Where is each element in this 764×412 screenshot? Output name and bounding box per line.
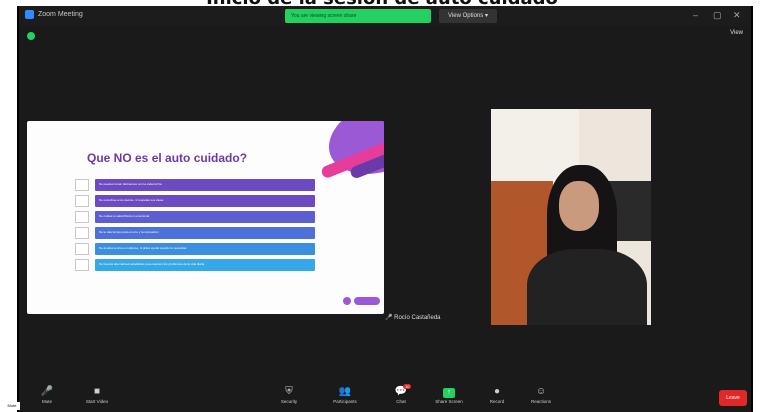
- start-video-label: Start Video: [85, 399, 109, 404]
- mute-tooltip: Mute: [4, 402, 20, 410]
- bullet-text: No buscas alternativas saludables para r…: [95, 259, 315, 271]
- app-title: Zoom Meeting: [25, 10, 83, 19]
- slide-bullet-list: No puedes tomar decisiones con la cabeza…: [75, 179, 315, 275]
- bullet-text: No puedes tomar decisiones con la cabeza…: [95, 179, 315, 191]
- reactions-button[interactable]: ☺ Reactions: [521, 386, 561, 404]
- view-button[interactable]: View: [730, 30, 743, 36]
- encryption-shield-icon[interactable]: [27, 32, 35, 40]
- reactions-label: Reactions: [530, 399, 551, 404]
- participant-video[interactable]: [491, 109, 651, 325]
- security-label: Security: [280, 399, 298, 404]
- chat-button[interactable]: 💬 10 Chat: [381, 384, 421, 404]
- screen-share-banner: You are viewing screen share: [285, 9, 431, 23]
- zoom-window: Zoom Meeting You are viewing screen shar…: [17, 6, 753, 412]
- close-icon[interactable]: ✕: [733, 10, 741, 21]
- record-label: Record: [489, 399, 505, 404]
- video-camera-icon: ■: [93, 386, 101, 397]
- participant-face: [559, 181, 599, 231]
- participants-button[interactable]: 👥 Participants: [325, 386, 365, 404]
- microphone-icon: 🎤: [40, 386, 54, 397]
- participants-icon: 👥: [338, 386, 352, 397]
- bullet-box: [75, 227, 89, 239]
- bullet-box: [75, 179, 89, 191]
- pager-dot: [343, 297, 351, 305]
- title-bar: Zoom Meeting You are viewing screen shar…: [19, 6, 751, 26]
- share-screen-button[interactable]: ↑ Share Screen: [429, 386, 469, 404]
- reactions-icon: ☺: [535, 386, 547, 397]
- share-screen-icon: ↑: [443, 388, 455, 398]
- start-video-button[interactable]: ■ Start Video: [77, 386, 117, 404]
- bullet-box: [75, 211, 89, 223]
- zoom-app-icon: [25, 10, 34, 19]
- slide-title: Que NO es el auto cuidado?: [87, 151, 248, 165]
- slide-bullet: No cuidas tu salud física ni emocional: [75, 211, 315, 223]
- chat-badge: 10: [403, 384, 412, 389]
- slide-bullet: No te das tiempo para el ocio y la recre…: [75, 227, 315, 239]
- bullet-text: No te das tiempo para el ocio y la recre…: [95, 227, 315, 239]
- slide-bullet: No ayudas a otros a cuidarse, ni pides a…: [75, 243, 315, 255]
- speaker-name: Rocío Castañeda: [394, 315, 441, 321]
- security-shield-icon: ⛨: [285, 386, 293, 397]
- slide-bullet: No buscas alternativas saludables para r…: [75, 259, 315, 271]
- window-title: Zoom Meeting: [38, 11, 83, 18]
- chat-label: Chat: [396, 399, 406, 404]
- bullet-box: [75, 259, 89, 271]
- record-button[interactable]: ● Record: [477, 386, 517, 404]
- leave-meeting-button[interactable]: Leave: [719, 390, 747, 406]
- slide-bullet: No puedes tomar decisiones con la cabeza…: [75, 179, 315, 191]
- share-screen-label: Share Screen: [435, 399, 463, 404]
- bullet-text: No ayudas a otros a cuidarse, ni pides a…: [95, 243, 315, 255]
- chat-icon: 💬: [394, 386, 408, 397]
- maximize-icon[interactable]: ▢: [713, 10, 722, 21]
- pager-pill: [354, 297, 380, 305]
- participants-label: Participants: [333, 399, 357, 404]
- mute-button[interactable]: 🎤 Mute: [27, 386, 67, 404]
- mute-label: Mute: [41, 399, 52, 404]
- participant-body: [527, 249, 647, 325]
- security-button[interactable]: ⛨ Security: [269, 386, 309, 404]
- share-banner-text: You are viewing screen share: [291, 13, 357, 19]
- speaker-name-label: 🎤 Rocío Castañeda: [385, 315, 441, 321]
- minimize-icon[interactable]: –: [693, 10, 698, 20]
- shared-slide: Que NO es el auto cuidado? No puedes tom…: [27, 121, 384, 314]
- record-icon: ●: [493, 386, 501, 397]
- bullet-box: [75, 243, 89, 255]
- slide-pager: [343, 297, 380, 305]
- meeting-toolbar: 🎤 Mute ■ Start Video ⛨ Security 👥 Partic…: [19, 382, 751, 412]
- view-options-button[interactable]: View Options ▾: [439, 9, 497, 23]
- bullet-text: No cuidas tu salud física ni emocional: [95, 211, 315, 223]
- bullet-box: [75, 195, 89, 207]
- slide-bullet: No escuchas a los demás, ni respetas sus…: [75, 195, 315, 207]
- bullet-text: No escuchas a los demás, ni respetas sus…: [95, 195, 315, 207]
